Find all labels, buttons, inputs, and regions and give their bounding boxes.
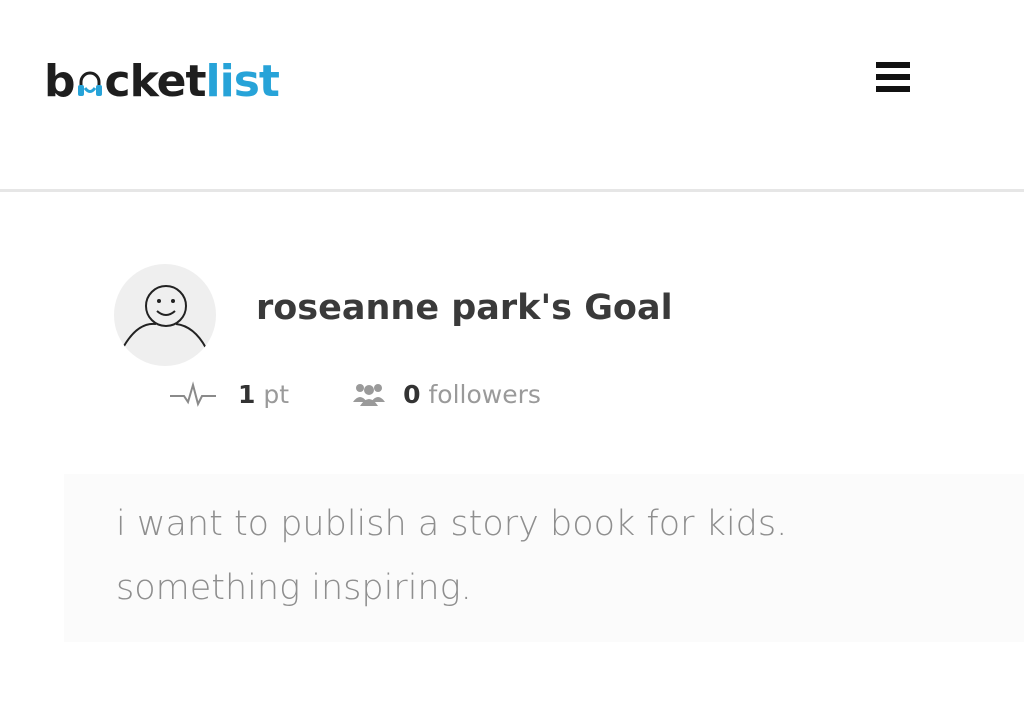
logo-headphones-u-icon <box>76 56 104 96</box>
followers-value: 0 <box>403 379 421 409</box>
followers-label: followers <box>428 379 541 409</box>
people-icon <box>353 384 386 406</box>
followers-stat[interactable]: 0 followers <box>351 380 541 409</box>
hamburger-menu-icon[interactable] <box>872 58 914 98</box>
goal-description-box: i want to publish a story book for kids.… <box>64 474 1024 642</box>
menu-bar <box>876 86 910 92</box>
points-unit: pt <box>263 379 290 409</box>
bucketlist-logo[interactable]: b cket list <box>44 54 280 110</box>
pulse-icon <box>170 381 216 407</box>
header: b cket list <box>0 0 1024 190</box>
page: b cket list roseanne park's Goal 1 pt 0 … <box>0 0 1024 720</box>
menu-bar <box>876 74 910 80</box>
logo-text-b: b <box>44 56 75 107</box>
points-value: 1 <box>238 379 256 409</box>
logo-text-list: list <box>205 56 280 107</box>
points-stat: 1 pt <box>168 380 289 409</box>
smiley-avatar-icon[interactable] <box>114 264 216 366</box>
header-divider <box>0 189 1024 192</box>
menu-bar <box>876 62 910 68</box>
goal-title: roseanne park's Goal <box>256 288 673 328</box>
goal-description: i want to publish a story book for kids.… <box>116 504 788 608</box>
logo-text-cket: cket <box>104 56 207 107</box>
goal-stats: 1 pt 0 followers <box>168 374 541 414</box>
